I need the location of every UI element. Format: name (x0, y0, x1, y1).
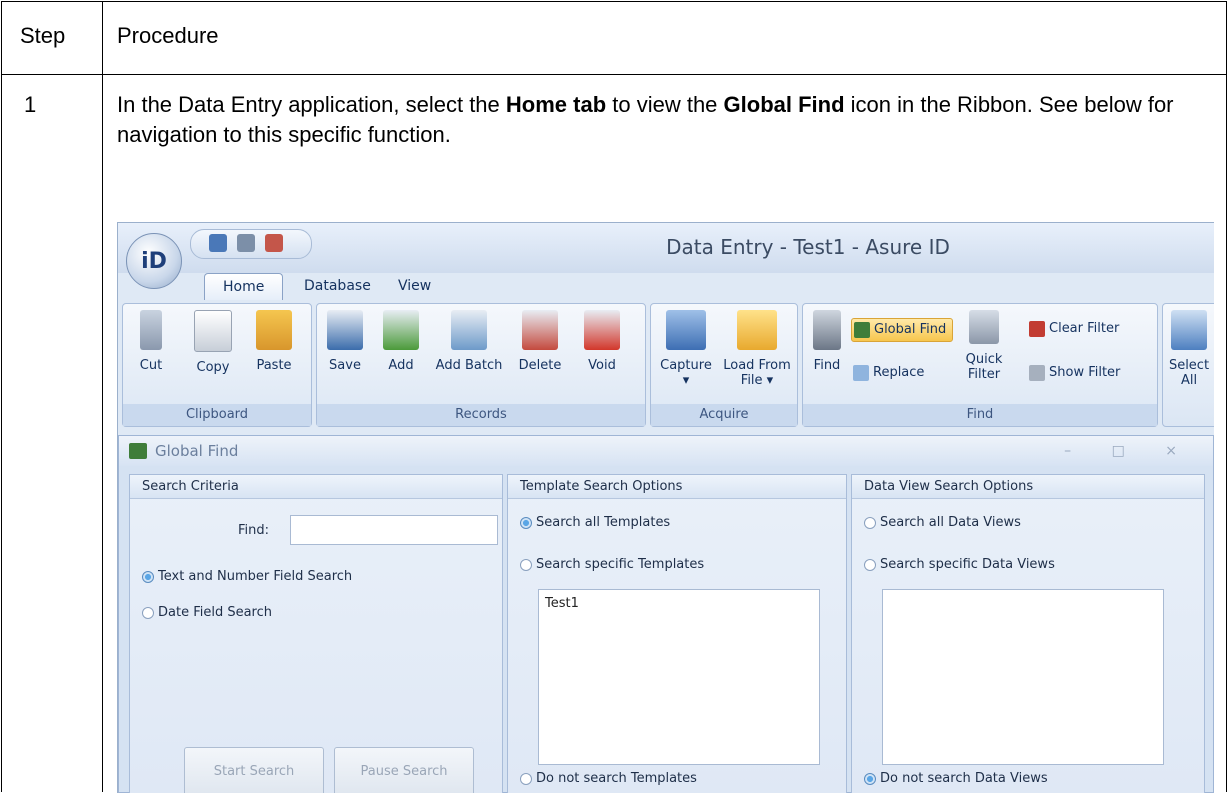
print-icon[interactable] (237, 234, 255, 252)
all-templates-label: Search all Templates (536, 515, 671, 530)
date-search-radio[interactable] (142, 607, 154, 619)
card-add-icon (383, 310, 419, 350)
void-record-button[interactable]: Void (579, 310, 625, 373)
home-tab-emphasis: Home tab (505, 92, 607, 117)
text-number-search-radio[interactable] (142, 571, 154, 583)
tab-home[interactable]: Home (204, 273, 284, 300)
delete-record-button[interactable]: Delete (513, 310, 567, 373)
funnel-icon (969, 310, 999, 344)
folder-icon (737, 310, 777, 350)
select-all-button[interactable]: Select All (1165, 310, 1213, 388)
no-dataviews-radio[interactable] (864, 773, 876, 785)
all-dataviews-label: Search all Data Views (880, 515, 1021, 530)
ribbon: Cut Copy Paste Clipboard Save Add Add Ba… (122, 299, 1214, 429)
all-templates-radio[interactable] (520, 517, 532, 529)
global-find-button[interactable]: Global Find (851, 318, 954, 342)
group-find: Find Global Find Replace Quick Filter Cl… (802, 303, 1158, 427)
date-search-label: Date Field Search (158, 605, 273, 620)
global-find-window: Global Find – □ × Search Criteria Find: … (118, 435, 1214, 793)
template-list-item[interactable]: Test1 (545, 596, 813, 611)
find-button[interactable]: Find (809, 310, 845, 373)
specific-dataviews-radio[interactable] (864, 559, 876, 571)
global-find-emphasis: Global Find (723, 92, 845, 117)
clipboard-icon (256, 310, 292, 350)
global-find-title: Global Find (155, 442, 239, 460)
group-select: Select All (1162, 303, 1214, 427)
card-save-icon (327, 310, 363, 350)
replace-button[interactable]: Replace (853, 362, 924, 384)
start-search-button[interactable]: Start Search (184, 747, 324, 793)
film-icon (666, 310, 706, 350)
pause-search-button[interactable]: Pause Search (334, 747, 474, 793)
no-templates-label: Do not search Templates (536, 771, 697, 786)
dataview-options-header: Data View Search Options (852, 475, 1204, 499)
window-title: Data Entry - Test1 - Asure ID (666, 235, 950, 259)
text-number-search-label: Text and Number Field Search (158, 569, 353, 584)
specific-dataviews-label: Search specific Data Views (880, 557, 1055, 572)
no-dataviews-label: Do not search Data Views (880, 771, 1048, 786)
binoculars-icon (813, 310, 841, 350)
header-procedure: Procedure (117, 23, 219, 48)
no-templates-radio[interactable] (520, 773, 532, 785)
show-filter-button[interactable]: Show Filter (1029, 362, 1120, 384)
group-label-acquire: Acquire (651, 404, 797, 426)
group-records: Save Add Add Batch Delete Void Records (316, 303, 646, 427)
checkbox-grid-icon (1171, 310, 1207, 350)
save-icon[interactable] (209, 234, 227, 252)
find-label: Find: (238, 523, 270, 538)
paste-button[interactable]: Paste (251, 310, 297, 373)
window-controls[interactable]: – □ × (1064, 436, 1195, 466)
header-step: Step (20, 23, 66, 48)
capture-button[interactable]: Capture ▾ (655, 310, 717, 388)
export-icon[interactable] (265, 234, 283, 252)
quick-filter-button[interactable]: Quick Filter (959, 310, 1009, 382)
template-options-panel: Template Search Options Search all Templ… (507, 474, 847, 793)
title-bar: iD Data Entry - Test1 - Asure ID (118, 223, 1214, 289)
step-number: 1 (24, 92, 37, 117)
search-criteria-panel: Search Criteria Find: Text and Number Fi… (129, 474, 503, 793)
procedure-text: In the Data Entry application, select th… (117, 92, 1174, 147)
copy-icon (194, 310, 232, 352)
clear-filter-icon (1029, 320, 1045, 337)
search-criteria-header: Search Criteria (130, 475, 502, 499)
group-label-clipboard: Clipboard (123, 404, 311, 426)
find-input[interactable] (290, 515, 498, 545)
specific-templates-radio[interactable] (520, 559, 532, 571)
specific-templates-label: Search specific Templates (536, 557, 705, 572)
load-from-file-button[interactable]: Load From File ▾ (721, 310, 793, 388)
tab-view[interactable]: View (398, 273, 431, 299)
app-screenshot: iD Data Entry - Test1 - Asure ID Home Da… (117, 222, 1214, 793)
dataview-options-panel: Data View Search Options Search all Data… (851, 474, 1205, 793)
add-record-button[interactable]: Add (381, 310, 421, 373)
card-batch-icon (451, 310, 487, 350)
card-delete-icon (522, 310, 558, 350)
scissors-icon (140, 310, 162, 350)
clear-filter-button[interactable]: Clear Filter (1029, 318, 1119, 340)
tab-database[interactable]: Database (304, 273, 371, 299)
save-record-button[interactable]: Save (323, 310, 367, 373)
all-dataviews-radio[interactable] (864, 517, 876, 529)
group-clipboard: Cut Copy Paste Clipboard (122, 303, 312, 427)
copy-button[interactable]: Copy (191, 310, 235, 375)
dataviews-listbox[interactable] (882, 589, 1164, 765)
group-acquire: Capture ▾ Load From File ▾ Acquire (650, 303, 798, 427)
add-batch-button[interactable]: Add Batch (431, 310, 507, 373)
card-void-icon (584, 310, 620, 350)
cut-button[interactable]: Cut (131, 310, 171, 373)
global-find-title-icon (129, 443, 147, 459)
replace-icon (853, 364, 869, 381)
filter-icon (1029, 364, 1045, 381)
templates-listbox[interactable]: Test1 (538, 589, 820, 765)
global-find-titlebar: Global Find – □ × (119, 436, 1213, 466)
quick-access-toolbar (190, 229, 312, 259)
ribbon-tabs: Home Database View (118, 273, 1214, 300)
template-options-header: Template Search Options (508, 475, 846, 499)
group-label-find: Find (803, 404, 1157, 426)
group-label-records: Records (317, 404, 645, 426)
global-find-icon (854, 321, 870, 338)
